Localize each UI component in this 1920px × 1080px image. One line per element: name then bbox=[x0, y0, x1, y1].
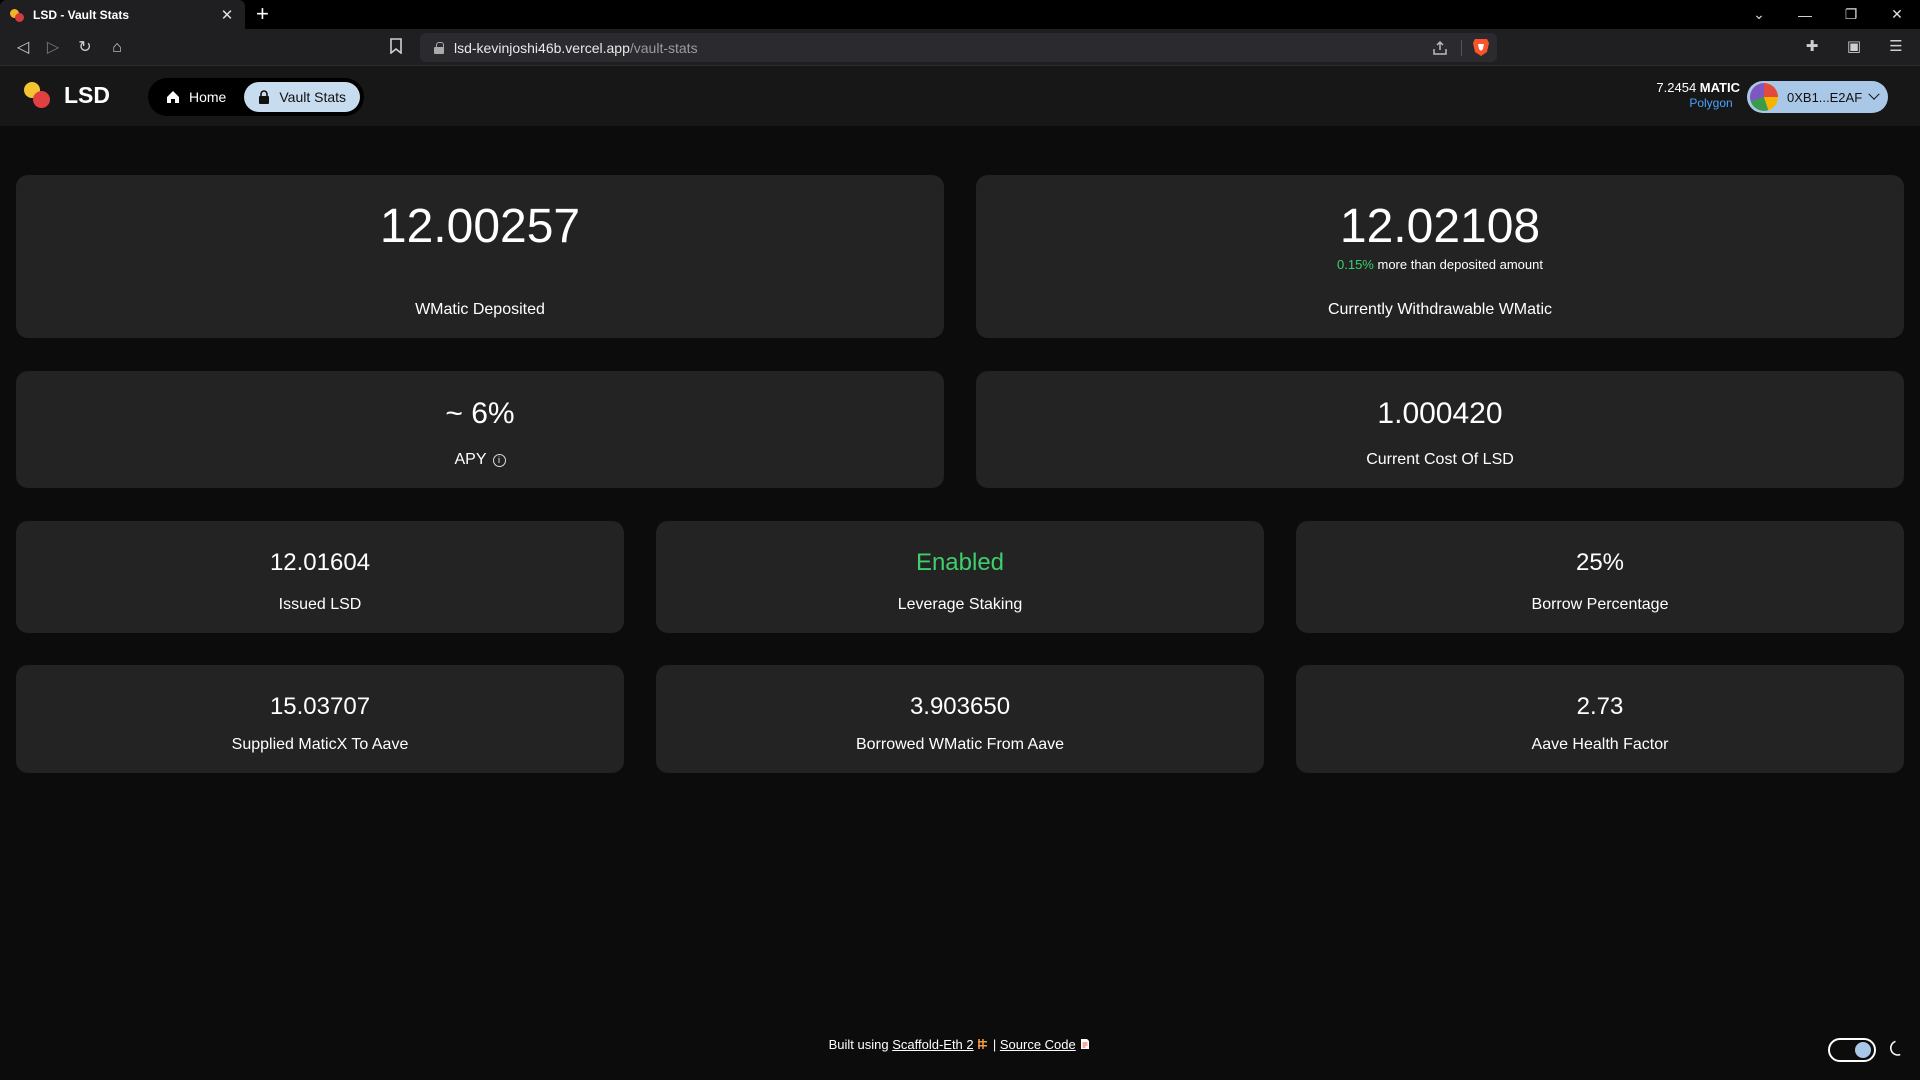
apy-label: APY bbox=[454, 451, 487, 468]
stat-card-issued-lsd: 12.01604 Issued LSD bbox=[16, 521, 624, 633]
reload-icon[interactable]: ↻ bbox=[74, 37, 96, 59]
nav-item-vault-stats-label: Vault Stats bbox=[279, 89, 347, 105]
network-name: Polygon bbox=[1689, 96, 1733, 110]
stat-card-wmatic-deposited: 12.00257 WMatic Deposited bbox=[16, 175, 944, 338]
stat-card-borrow-percentage: 25% Borrow Percentage bbox=[1296, 521, 1904, 633]
leverage-staking-label: Leverage Staking bbox=[897, 596, 1023, 613]
source-code-link[interactable]: Source Code bbox=[1000, 1037, 1076, 1052]
balance-unit: MATIC bbox=[1699, 80, 1740, 95]
nav-item-home-label: Home bbox=[189, 89, 227, 105]
cost-of-lsd-value: 1.000420 bbox=[1377, 397, 1503, 430]
document-icon bbox=[1081, 1039, 1090, 1049]
url-path: /vault-stats bbox=[629, 39, 698, 56]
lsd-logo-icon bbox=[24, 80, 54, 112]
stat-card-supplied-maticx: 15.03707 Supplied MaticX To Aave bbox=[16, 665, 624, 773]
share-icon[interactable] bbox=[1432, 40, 1448, 56]
cost-of-lsd-label: Current Cost Of LSD bbox=[1366, 451, 1514, 468]
borrowed-wmatic-label: Borrowed WMatic From Aave bbox=[855, 736, 1065, 753]
tab-title: LSD - Vault Stats bbox=[33, 7, 130, 22]
forward-icon[interactable]: ▷ bbox=[42, 37, 64, 59]
back-icon[interactable]: ◁ bbox=[12, 37, 34, 59]
moon-icon bbox=[1890, 1040, 1901, 1056]
menu-icon[interactable]: ☰ bbox=[1886, 37, 1906, 57]
browser-tab[interactable]: LSD - Vault Stats ✕ bbox=[0, 0, 245, 29]
address-bar[interactable]: lsd-kevinjoshi46b.vercel.app/vault-stats bbox=[420, 33, 1497, 62]
health-factor-label: Aave Health Factor bbox=[1531, 736, 1669, 753]
apy-value: ~ 6% bbox=[445, 397, 515, 430]
browser-toolbar: ◁ ▷ ↻ ⌂ lsd-kevinjoshi46b.vercel.app/vau… bbox=[0, 29, 1920, 66]
minimize-icon[interactable]: — bbox=[1782, 7, 1828, 23]
footer: Built using Scaffold-Eth 2 | Source Code bbox=[0, 1037, 1920, 1052]
nav-item-home[interactable]: Home bbox=[152, 82, 240, 112]
logo[interactable]: LSD bbox=[24, 80, 110, 112]
wmatic-deposited-label: WMatic Deposited bbox=[415, 301, 545, 318]
health-factor-value: 2.73 bbox=[1576, 693, 1624, 720]
window-controls: ⌄ — ❐ ✕ bbox=[1736, 0, 1920, 29]
withdrawable-pct: 0.15% bbox=[1337, 257, 1374, 272]
stat-card-withdrawable: 12.02108 0.15% more than deposited amoun… bbox=[976, 175, 1904, 338]
url-host: lsd-kevinjoshi46b.vercel.app bbox=[454, 39, 630, 56]
stat-card-borrowed-wmatic: 3.903650 Borrowed WMatic From Aave bbox=[656, 665, 1264, 773]
home-icon bbox=[167, 91, 179, 103]
wmatic-deposited-value: 12.00257 bbox=[379, 200, 581, 253]
withdrawable-note-text: more than deposited amount bbox=[1373, 257, 1543, 272]
close-tab-icon[interactable]: ✕ bbox=[219, 6, 235, 24]
wallet-browser-icon[interactable]: ▣ bbox=[1844, 37, 1864, 57]
balance-display: 7.2454 MATIC Polygon bbox=[1640, 80, 1740, 110]
bookmark-icon[interactable] bbox=[390, 38, 404, 56]
browser-tabbar: LSD - Vault Stats ✕ + ⌄ — ❐ ✕ bbox=[0, 0, 1920, 29]
secure-lock-icon bbox=[434, 41, 444, 54]
restore-icon[interactable]: ❐ bbox=[1828, 6, 1874, 23]
stat-card-leverage-staking: Enabled Leverage Staking bbox=[656, 521, 1264, 633]
toolbar-right: ✚ ▣ ☰ bbox=[1802, 37, 1906, 57]
borrowed-wmatic-value: 3.903650 bbox=[909, 693, 1011, 720]
info-icon[interactable]: i bbox=[492, 454, 506, 467]
withdrawable-value: 12.02108 bbox=[1339, 200, 1541, 253]
toolbar-divider bbox=[1461, 40, 1462, 56]
borrow-percentage-label: Borrow Percentage bbox=[1531, 596, 1669, 613]
nav-item-vault-stats[interactable]: Vault Stats bbox=[244, 82, 361, 112]
supplied-maticx-label: Supplied MaticX To Aave bbox=[231, 736, 409, 753]
leverage-staking-value: Enabled bbox=[915, 549, 1005, 576]
withdrawable-note: 0.15% more than deposited amount bbox=[976, 257, 1904, 272]
apy-label-row: APY i bbox=[16, 451, 944, 469]
stat-card-apy: ~ 6% APY i bbox=[16, 371, 944, 488]
app-header: LSD Home Vault Stats 7.2454 MATIC Polygo… bbox=[0, 66, 1920, 126]
issued-lsd-label: Issued LSD bbox=[278, 596, 362, 613]
supplied-maticx-value: 15.03707 bbox=[269, 693, 371, 720]
avatar bbox=[1750, 83, 1778, 111]
extensions-icon[interactable]: ✚ bbox=[1802, 37, 1822, 57]
stat-card-cost-of-lsd: 1.000420 Current Cost Of LSD bbox=[976, 371, 1904, 488]
wallet-address: 0XB1...E2AF bbox=[1787, 89, 1863, 105]
close-window-icon[interactable]: ✕ bbox=[1874, 6, 1920, 23]
lsd-favicon-icon bbox=[10, 8, 24, 22]
logo-text: LSD bbox=[64, 81, 110, 108]
main-nav: Home Vault Stats bbox=[148, 78, 365, 116]
tab-search-icon[interactable]: ⌄ bbox=[1736, 6, 1782, 23]
brave-shields-icon[interactable] bbox=[1472, 37, 1490, 57]
chevron-down-icon bbox=[1868, 88, 1880, 100]
issued-lsd-value: 12.01604 bbox=[269, 549, 371, 576]
scaffold-eth-link[interactable]: Scaffold-Eth 2 bbox=[892, 1037, 973, 1052]
footer-separator: | bbox=[989, 1037, 1000, 1052]
built-using-text: Built using bbox=[828, 1037, 893, 1052]
balance-value: 7.2454 bbox=[1656, 80, 1697, 95]
lock-icon bbox=[259, 90, 270, 104]
wallet-button[interactable]: 0XB1...E2AF bbox=[1747, 81, 1888, 113]
scaffold-icon bbox=[978, 1039, 988, 1049]
home-browser-icon[interactable]: ⌂ bbox=[106, 37, 128, 59]
borrow-percentage-value: 25% bbox=[1575, 549, 1625, 576]
new-tab-button[interactable]: + bbox=[256, 2, 269, 26]
stat-card-health-factor: 2.73 Aave Health Factor bbox=[1296, 665, 1904, 773]
withdrawable-label: Currently Withdrawable WMatic bbox=[1327, 301, 1553, 318]
theme-toggle[interactable] bbox=[1828, 1038, 1876, 1062]
